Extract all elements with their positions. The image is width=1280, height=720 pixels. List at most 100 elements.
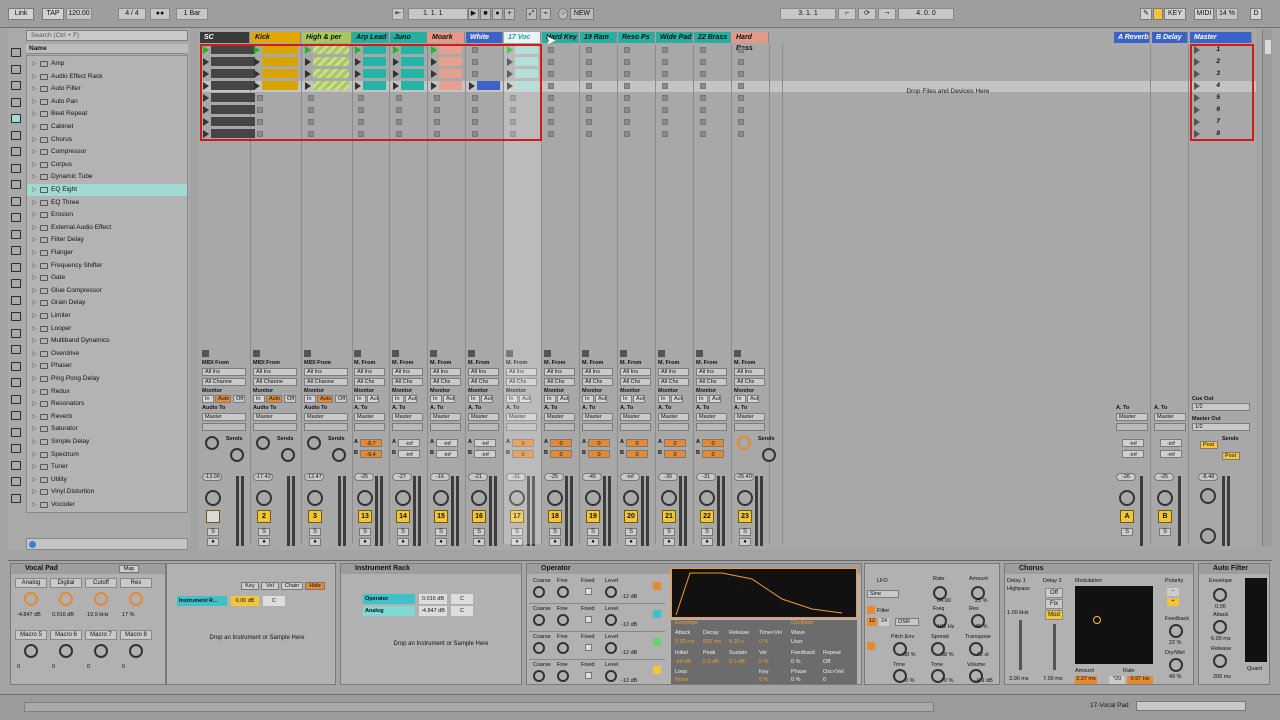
clip-launch-icon[interactable] <box>305 70 311 78</box>
clip[interactable] <box>401 57 424 66</box>
macro-knob[interactable] <box>129 644 143 658</box>
clip-stop-button[interactable] <box>396 131 402 137</box>
post-b-button[interactable]: Post <box>1222 452 1240 460</box>
osc-vel-value[interactable]: 0 <box>823 677 826 683</box>
send-b-value[interactable]: 0 <box>588 450 610 458</box>
track-activator-icon[interactable] <box>304 350 311 357</box>
track-header[interactable]: Reso Ps <box>618 32 655 43</box>
clip-launch-icon[interactable] <box>203 106 209 114</box>
clip[interactable] <box>313 45 349 54</box>
clip-stop-button[interactable] <box>548 119 554 125</box>
monitor-auto-button[interactable]: Auto <box>443 395 455 403</box>
clip-stop-button[interactable] <box>396 119 402 125</box>
track-volume-display[interactable]: -31 <box>696 473 716 481</box>
clip-stop-button[interactable] <box>308 107 314 113</box>
clip[interactable] <box>313 69 349 78</box>
clip-stop-button[interactable] <box>738 107 744 113</box>
clip[interactable] <box>211 105 255 114</box>
clip-launch-icon[interactable] <box>355 82 361 90</box>
send-a-value[interactable]: 0 <box>702 439 724 447</box>
clip-launch-icon[interactable] <box>305 58 311 66</box>
input-type-menu[interactable]: All Ins <box>253 368 297 376</box>
lfo-waveform-menu[interactable]: Sine <box>867 590 899 598</box>
track-activator-button[interactable]: 2 <box>257 510 271 523</box>
feedback-value[interactable]: 0 % <box>791 659 800 665</box>
track-volume-display[interactable]: -12.47 <box>304 473 324 481</box>
clip-stop-button[interactable] <box>586 119 592 125</box>
track-volume-display[interactable]: -25.40 <box>734 473 754 481</box>
monitor-in-button[interactable]: In <box>696 395 708 403</box>
track-volume-display[interactable]: -17.42 <box>253 473 273 481</box>
clip[interactable] <box>439 45 462 54</box>
output-menu[interactable]: Master <box>582 413 613 421</box>
output-channel-menu[interactable] <box>202 423 246 431</box>
clip-stop-button[interactable] <box>472 95 478 101</box>
clip-stop-button[interactable] <box>396 107 402 113</box>
release-value[interactable]: 8.20 s <box>729 639 744 645</box>
chain-select-button[interactable]: Chain <box>281 582 303 590</box>
pan-knob[interactable] <box>585 490 601 506</box>
track-volume-display[interactable]: -inf <box>620 473 640 481</box>
clip[interactable] <box>363 69 386 78</box>
solo-button[interactable]: S <box>549 528 561 536</box>
clip-stop-button[interactable] <box>472 47 478 53</box>
monitor-in-button[interactable]: In <box>468 395 480 403</box>
output-menu[interactable]: Master <box>253 413 297 421</box>
output-menu[interactable]: Master <box>658 413 689 421</box>
track-activator-button[interactable] <box>206 510 220 523</box>
pan-knob[interactable] <box>307 490 323 506</box>
pitch-env-toggle-icon[interactable] <box>867 642 875 650</box>
monitor-auto-button[interactable]: Auto <box>367 395 379 403</box>
clip-launch-icon[interactable] <box>393 58 399 66</box>
track-activator-button[interactable]: 19 <box>586 510 600 523</box>
macro-knob[interactable] <box>24 592 38 606</box>
send-b-value[interactable]: 0 <box>702 450 724 458</box>
send-a-knob[interactable] <box>307 436 321 450</box>
send-b-value[interactable]: 0 <box>664 450 686 458</box>
clip[interactable] <box>211 69 255 78</box>
sustain-value[interactable]: 0.0 dB <box>729 659 745 665</box>
op-fine-knob[interactable] <box>557 670 569 682</box>
clip-launch-icon[interactable] <box>305 82 311 90</box>
op-oscillator-toggle-icon[interactable] <box>653 582 661 590</box>
clip[interactable] <box>313 57 349 66</box>
delay2-fix-button[interactable]: Fix <box>1045 599 1063 609</box>
input-channel-menu[interactable]: All Chs <box>544 378 575 386</box>
macro-knob[interactable] <box>129 592 143 606</box>
op-level-knob[interactable] <box>605 614 617 626</box>
input-type-menu[interactable]: All Ins <box>544 368 575 376</box>
track-header[interactable]: 22 Brass <box>694 32 731 43</box>
track-volume-display[interactable]: -30 <box>658 473 678 481</box>
macro-knob[interactable] <box>59 644 73 658</box>
return-activator-button[interactable]: B <box>1158 510 1172 523</box>
clip-stop-button[interactable] <box>624 47 630 53</box>
track-activator-button[interactable]: 18 <box>548 510 562 523</box>
arm-button[interactable]: ● <box>587 538 599 546</box>
rack-chain-pan[interactable]: C <box>451 594 473 604</box>
monitor-auto-button[interactable]: Auto <box>747 395 759 403</box>
mod-x20-button[interactable]: *20 <box>1109 676 1125 684</box>
op-fixed-checkbox[interactable] <box>585 672 592 679</box>
clip-stop-button[interactable] <box>738 131 744 137</box>
op-oscillator-toggle-icon[interactable] <box>653 638 661 646</box>
monitor-in-button[interactable]: In <box>620 395 632 403</box>
clip-stop-button[interactable] <box>308 131 314 137</box>
clip-stop-button[interactable] <box>472 107 478 113</box>
send-b-value[interactable]: -inf <box>474 450 496 458</box>
macro-label[interactable]: Macro 5 <box>15 630 47 640</box>
monitor-auto-button[interactable]: Auto <box>709 395 721 403</box>
track-header[interactable]: Moark <box>428 32 465 43</box>
monitor-in-button[interactable]: In <box>202 395 214 403</box>
output-menu[interactable]: Master <box>1116 413 1148 421</box>
input-type-menu[interactable]: All Ins <box>696 368 727 376</box>
monitor-in-button[interactable]: In <box>658 395 670 403</box>
clip-stop-button[interactable] <box>257 119 263 125</box>
monitor-in-button[interactable]: In <box>392 395 404 403</box>
clip-stop-button[interactable] <box>700 107 706 113</box>
return-volume-display[interactable]: -26 <box>1116 473 1136 481</box>
clip-stop-button[interactable] <box>700 95 706 101</box>
af-envelope-knob[interactable] <box>1213 588 1227 602</box>
clip-launch-icon[interactable] <box>355 70 361 78</box>
polarity-minus-button[interactable]: − <box>1167 588 1179 596</box>
vel-value[interactable]: 0 % <box>759 659 768 665</box>
